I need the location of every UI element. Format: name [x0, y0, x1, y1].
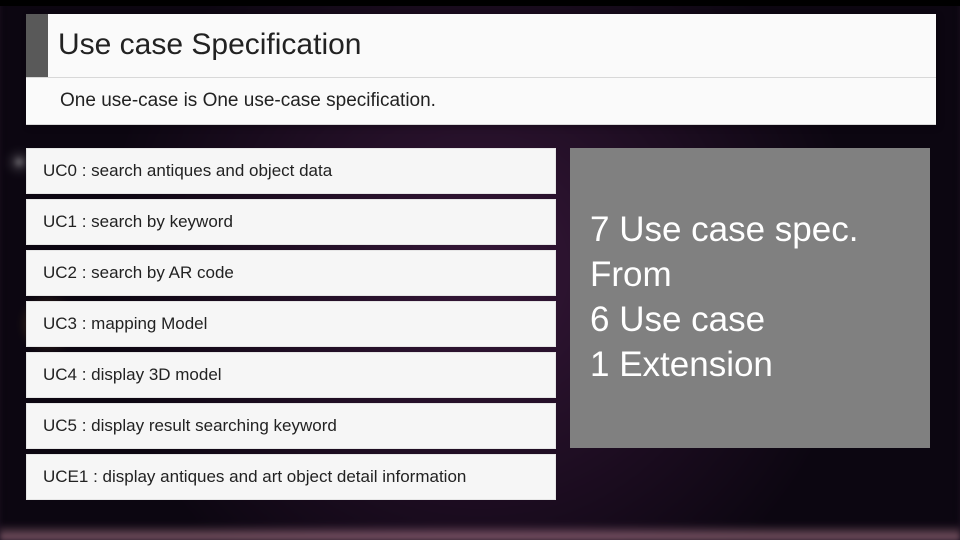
- content-area: UC0 : search antiques and object data UC…: [26, 148, 936, 518]
- list-item: UC0 : search antiques and object data: [26, 148, 556, 194]
- summary-line: 1 Extension: [590, 343, 912, 388]
- title-row: Use case Specification: [26, 14, 936, 78]
- subtitle: One use-case is One use-case specificati…: [26, 78, 936, 125]
- list-item: UC4 : display 3D model: [26, 352, 556, 398]
- list-item: UCE1 : display antiques and art object d…: [26, 454, 556, 500]
- list-item: UC5 : display result searching keyword: [26, 403, 556, 449]
- summary-line: From: [590, 253, 912, 298]
- list-item: UC1 : search by keyword: [26, 199, 556, 245]
- top-frame-bar: [0, 0, 960, 6]
- list-item: UC2 : search by AR code: [26, 250, 556, 296]
- usecase-list: UC0 : search antiques and object data UC…: [26, 148, 556, 518]
- page-title: Use case Specification: [48, 14, 372, 77]
- summary-line: 6 Use case: [590, 298, 912, 343]
- list-item: UC3 : mapping Model: [26, 301, 556, 347]
- summary-panel: 7 Use case spec. From 6 Use case 1 Exten…: [570, 148, 930, 448]
- title-accent-bar: [26, 14, 48, 77]
- summary-line: 7 Use case spec.: [590, 208, 912, 253]
- header-card: Use case Specification One use-case is O…: [26, 14, 936, 125]
